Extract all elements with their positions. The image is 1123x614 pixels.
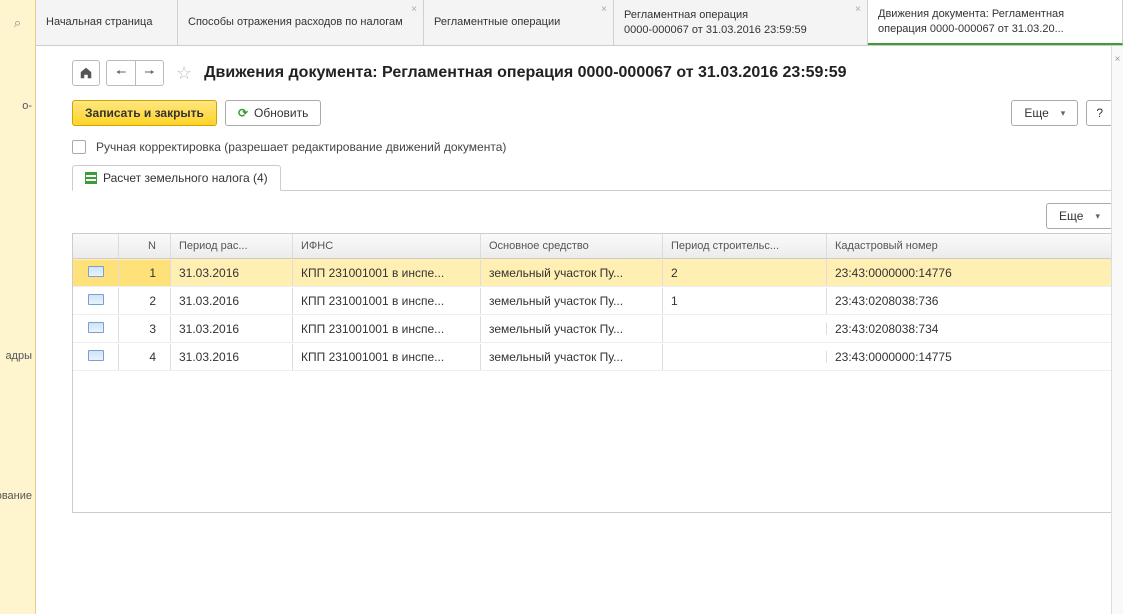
tab-home[interactable]: Начальная страница	[36, 0, 178, 45]
tab-label: Регламентная операция 0000-000067 от 31.…	[624, 8, 854, 37]
table-icon	[85, 172, 97, 184]
close-icon[interactable]: ×	[411, 4, 417, 15]
col-cadastr[interactable]: Кадастровый номер	[827, 234, 1112, 258]
favorite-star-icon[interactable]: ☆	[176, 63, 192, 84]
main-toolbar: Записать и закрыть ⟳ Обновить Еще ?	[72, 100, 1113, 126]
right-panel-strip: ×	[1111, 46, 1123, 614]
table-row[interactable]: 4 31.03.2016 КПП 231001001 в инспе... зе…	[73, 343, 1112, 371]
table-row[interactable]: 3 31.03.2016 КПП 231001001 в инспе... зе…	[73, 315, 1112, 343]
tab-bar: Начальная страница Способы отражения рас…	[36, 0, 1123, 46]
close-icon[interactable]: ×	[1112, 54, 1123, 65]
content-area: 🠔 🠖 ☆ Движения документа: Регламентная о…	[36, 46, 1123, 614]
forward-button[interactable]: 🠖	[135, 61, 163, 85]
col-ifns[interactable]: ИФНС	[293, 234, 481, 258]
table-toolbar: Еще	[72, 203, 1113, 229]
manual-edit-checkbox[interactable]	[72, 140, 86, 154]
back-button[interactable]: 🠔	[107, 61, 135, 85]
close-icon[interactable]: ×	[855, 4, 861, 15]
col-period[interactable]: Период рас...	[171, 234, 293, 258]
sidebar: ⌕ о- адры ование	[0, 0, 36, 614]
tab-regop-doc[interactable]: Регламентная операция 0000-000067 от 31.…	[614, 0, 868, 45]
sub-tab-bar: Расчет земельного налога (4)	[72, 164, 1113, 191]
record-icon	[88, 266, 104, 277]
refresh-icon: ⟳	[238, 106, 248, 120]
tab-movements[interactable]: Движения документа: Регламентная операци…	[868, 0, 1123, 45]
close-icon[interactable]: ×	[601, 4, 607, 15]
record-icon	[88, 350, 104, 361]
tab-label: Движения документа: Регламентная операци…	[878, 7, 1108, 36]
refresh-label: Обновить	[254, 106, 308, 120]
tab-expenses[interactable]: Способы отражения расходов по налогам ×	[178, 0, 424, 45]
sidebar-item[interactable]: адры	[0, 350, 32, 362]
tab-label: Способы отражения расходов по налогам	[188, 15, 413, 29]
manual-edit-label: Ручная корректировка (разрешает редактир…	[96, 140, 506, 154]
more-button[interactable]: Еще	[1011, 100, 1078, 126]
col-asset[interactable]: Основное средство	[481, 234, 663, 258]
sidebar-item[interactable]: о-	[0, 100, 32, 112]
record-icon	[88, 294, 104, 305]
help-button[interactable]: ?	[1086, 100, 1113, 126]
page-title: Движения документа: Регламентная операци…	[204, 64, 846, 82]
tab-label: Регламентные операции	[434, 15, 603, 29]
manual-edit-row: Ручная корректировка (разрешает редактир…	[72, 140, 1113, 154]
home-icon	[79, 66, 93, 80]
data-grid: N Период рас... ИФНС Основное средство П…	[72, 233, 1113, 513]
col-build[interactable]: Период строительс...	[663, 234, 827, 258]
home-button[interactable]	[72, 60, 100, 86]
tab-regops[interactable]: Регламентные операции ×	[424, 0, 614, 45]
sidebar-item[interactable]: ование	[0, 490, 32, 502]
tab-label: Начальная страница	[46, 15, 167, 29]
title-bar: 🠔 🠖 ☆ Движения документа: Регламентная о…	[72, 60, 1113, 86]
save-close-button[interactable]: Записать и закрыть	[72, 100, 217, 126]
grid-header: N Период рас... ИФНС Основное средство П…	[73, 234, 1112, 259]
col-n[interactable]: N	[119, 234, 171, 258]
record-icon	[88, 322, 104, 333]
nav-back-forward: 🠔 🠖	[106, 60, 164, 86]
refresh-button[interactable]: ⟳ Обновить	[225, 100, 321, 126]
sub-tab-land-tax[interactable]: Расчет земельного налога (4)	[72, 165, 281, 191]
grid-body: 1 31.03.2016 КПП 231001001 в инспе... зе…	[73, 259, 1112, 371]
col-icon[interactable]	[73, 234, 119, 258]
table-row[interactable]: 1 31.03.2016 КПП 231001001 в инспе... зе…	[73, 259, 1112, 287]
table-row[interactable]: 2 31.03.2016 КПП 231001001 в инспе... зе…	[73, 287, 1112, 315]
search-icon[interactable]: ⌕	[0, 15, 35, 31]
sub-tab-label: Расчет земельного налога (4)	[103, 171, 268, 185]
table-more-button[interactable]: Еще	[1046, 203, 1113, 229]
